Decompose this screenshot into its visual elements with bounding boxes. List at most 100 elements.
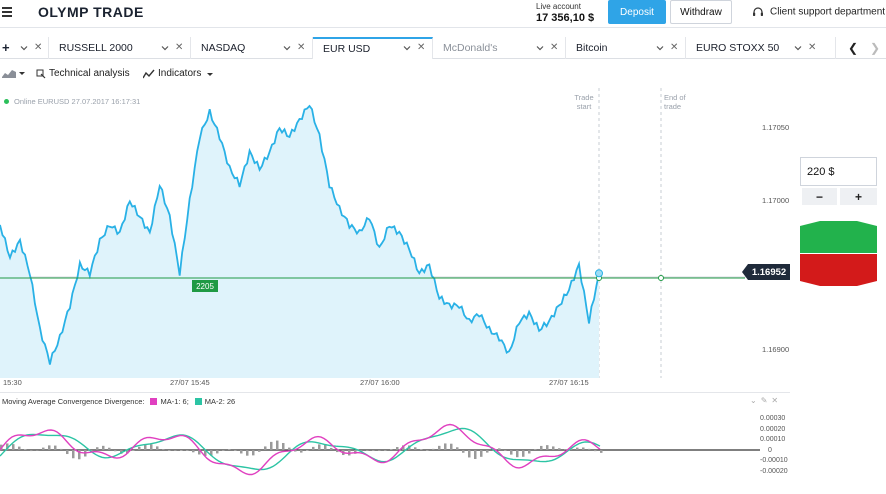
macd-y-tick: -0.00010: [760, 457, 788, 464]
current-price-marker: [595, 269, 603, 278]
macd-bar: [240, 450, 243, 454]
add-tab-icon[interactable]: +: [2, 40, 12, 55]
amount-input[interactable]: 220 $: [800, 157, 877, 186]
macd-bar: [258, 450, 261, 452]
chevron-down-icon[interactable]: [656, 44, 664, 52]
up-button[interactable]: [800, 220, 877, 253]
chart-type-selector[interactable]: [2, 68, 26, 78]
macd-bar: [216, 450, 219, 454]
macd-bar: [468, 450, 471, 458]
chevron-left-icon[interactable]: ❮: [848, 41, 858, 55]
macd-bar: [96, 447, 99, 450]
macd-bar: [444, 443, 447, 450]
macd-bar: [30, 450, 33, 452]
chevron-down-icon[interactable]: [536, 44, 544, 52]
chevron-down-icon[interactable]: [403, 44, 411, 52]
macd-bar: [582, 447, 585, 450]
close-icon[interactable]: ✕: [670, 42, 678, 53]
x-tick-label: 27/07 16:15: [549, 378, 589, 387]
trade-start-label: Trade start: [566, 93, 602, 111]
chevron-down-icon[interactable]: [794, 44, 802, 52]
macd-bar: [558, 448, 561, 450]
macd-bar: [516, 450, 519, 458]
down-button[interactable]: [800, 254, 877, 287]
tab-nasdaq[interactable]: NASDAQ ✕: [191, 37, 313, 59]
x-tick-label: 27/07 15:45: [170, 378, 210, 387]
withdraw-button[interactable]: Withdraw: [670, 0, 732, 24]
macd-bar: [150, 444, 153, 450]
macd-bar: [534, 449, 537, 450]
support-label: Client support department: [770, 6, 886, 18]
macd-bar: [282, 443, 285, 450]
brand-logo: OLYMP TRADE: [38, 4, 144, 20]
macd-bar: [324, 444, 327, 450]
tab-euro-stoxx-50[interactable]: EURO STOXX 50 ✕: [686, 37, 836, 59]
close-icon[interactable]: ✕: [34, 42, 42, 53]
macd-bar: [102, 445, 105, 450]
macd-bar: [162, 449, 165, 450]
deposit-button[interactable]: Deposit: [608, 0, 666, 24]
close-icon[interactable]: ✕: [297, 42, 305, 53]
chevron-down-icon[interactable]: [283, 44, 291, 52]
decrease-amount-button[interactable]: −: [802, 188, 837, 205]
tab-prev-controls: ✕: [14, 37, 49, 59]
macd-bar: [432, 448, 435, 450]
hamburger-menu-icon[interactable]: [2, 7, 12, 17]
macd-bar: [60, 448, 63, 450]
tab-label: RUSSELL 2000: [59, 42, 133, 54]
chevron-down-icon[interactable]: [161, 44, 169, 52]
x-tick-label: 15:30: [3, 378, 22, 387]
end-of-trade-line2: trade: [664, 102, 682, 111]
macd-bar: [114, 450, 117, 452]
macd-bar: [486, 450, 489, 453]
strike-amount-tag: 2205: [192, 280, 218, 292]
macd-bar: [246, 450, 249, 456]
tab-bitcoin[interactable]: Bitcoin ✕: [566, 37, 686, 59]
macd-legend: Moving Average Convergence Divergence: M…: [2, 397, 235, 406]
macd-chart: [0, 423, 760, 476]
macd-bar: [288, 447, 291, 450]
close-icon[interactable]: ✕: [175, 42, 183, 53]
macd-bar: [480, 450, 483, 457]
macd-bar: [42, 447, 45, 450]
chevron-right-icon[interactable]: ❯: [870, 41, 880, 55]
macd-bar: [510, 450, 513, 455]
macd-bar: [600, 450, 603, 453]
macd-bar: [66, 450, 69, 455]
macd-title: Moving Average Convergence Divergence:: [2, 397, 145, 406]
increase-amount-button[interactable]: +: [840, 188, 877, 205]
macd-bar: [300, 450, 303, 453]
y-tick-label: 1.17000: [762, 196, 790, 205]
macd-bar: [270, 441, 273, 450]
tab-label: McDonald's: [443, 42, 498, 54]
tab-eur-usd[interactable]: EUR USD ✕: [313, 37, 433, 59]
macd-bar: [264, 446, 267, 450]
end-trade-marker: [658, 275, 664, 281]
macd-bar: [438, 445, 441, 450]
macd-bar: [498, 448, 501, 450]
caret-down-icon: [19, 72, 25, 75]
tab-mcdonalds[interactable]: McDonald's ✕: [433, 37, 566, 59]
macd-bar: [132, 450, 135, 451]
current-price-tag: 1.16952: [742, 264, 790, 280]
tab-label: EURO STOXX 50: [696, 42, 780, 54]
close-icon[interactable]: ✕: [417, 42, 425, 53]
support-link[interactable]: Client support department: [752, 6, 885, 18]
technical-analysis-button[interactable]: Technical analysis: [36, 68, 130, 79]
macd-bar: [540, 445, 543, 450]
indicators-button[interactable]: Indicators: [143, 68, 214, 79]
chevron-down-icon[interactable]: [20, 44, 28, 52]
close-icon[interactable]: ✕: [808, 42, 816, 53]
account-label: Live account: [536, 2, 581, 11]
macd-y-tick: 0.00020: [760, 426, 786, 433]
macd-y-tick: 0.00030: [760, 415, 786, 422]
macd-bar: [138, 446, 141, 450]
account-info[interactable]: Live account 17 356,10 $: [536, 2, 594, 24]
tab-label: EUR USD: [323, 43, 371, 55]
tab-russell-2000[interactable]: RUSSELL 2000 ✕: [49, 37, 191, 59]
macd-controls[interactable]: ⌄✎✕: [750, 396, 782, 405]
end-of-trade-label: End of trade: [664, 93, 694, 111]
price-chart[interactable]: [0, 88, 760, 392]
indicators-label: Indicators: [158, 68, 202, 79]
close-icon[interactable]: ✕: [550, 42, 558, 53]
